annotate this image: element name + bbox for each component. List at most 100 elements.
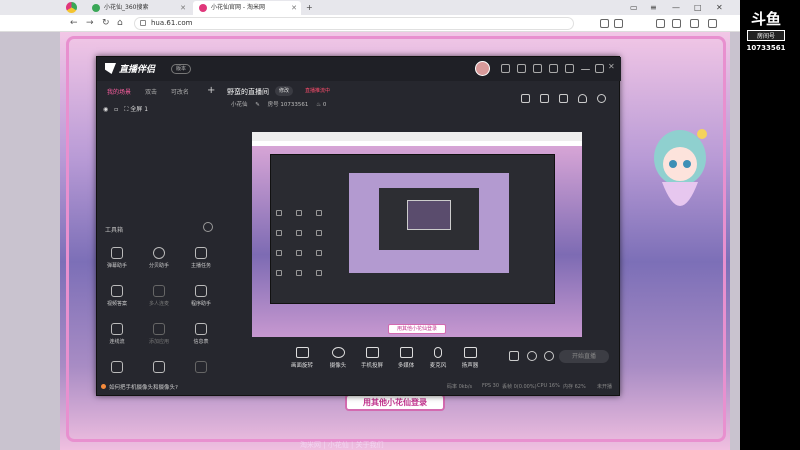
bell-icon[interactable]	[578, 94, 587, 103]
edit-button[interactable]: 修改	[275, 86, 294, 96]
logo-mark-icon	[105, 63, 116, 74]
tool-add-app[interactable]: 添加应用	[141, 323, 177, 345]
eye-icon[interactable]	[527, 351, 537, 361]
add-scene-icon[interactable]: +	[207, 85, 215, 96]
record-icon[interactable]	[509, 351, 519, 361]
lock-icon[interactable]: ▫	[114, 106, 118, 113]
menu-icon[interactable]: ≡	[650, 0, 657, 15]
gear-icon[interactable]	[203, 222, 213, 232]
tab-my-scenes[interactable]: 我的场景	[107, 89, 131, 96]
lock-icon[interactable]	[540, 94, 549, 103]
tool-program[interactable]: 程序助手	[183, 285, 219, 307]
tab-label: 小花仙_360搜索	[104, 4, 149, 11]
settings-icon[interactable]	[559, 94, 568, 103]
preview-inner-screen	[407, 200, 451, 230]
menu-icon[interactable]: ▭	[630, 0, 638, 15]
media-button[interactable]: 多媒体	[391, 347, 421, 369]
extension-icon[interactable]	[600, 19, 609, 28]
phone-cast-button[interactable]: 手机投屏	[357, 347, 387, 369]
heat-count: 0	[322, 102, 327, 108]
app-logo: 直播伴侣	[105, 62, 155, 75]
url-input[interactable]: hua.61.com	[134, 17, 574, 30]
task-icon	[195, 247, 207, 259]
play-icon	[399, 347, 413, 358]
microphone-button[interactable]: 麦克风	[423, 347, 453, 369]
desktop-screen: 小花仙_360搜索 ✕ 小花仙官网 - 淘米网 ✕ + ▭ ≡ — □ ✕ ← …	[0, 0, 740, 450]
live-companion-app: 直播伴侣 版本 ✕ 我的场景 双击 可改名 + ◉ ▫ ⛶ 全屏 1 工具箱 弹…	[96, 56, 621, 396]
tool-multi-link[interactable]: 多人连麦	[141, 285, 177, 307]
other-login-banner[interactable]: 用其他小花仙登录	[345, 394, 445, 411]
mail-icon[interactable]	[501, 64, 510, 73]
maximize-icon[interactable]	[595, 64, 604, 73]
lock-icon	[140, 20, 146, 26]
room-title: 野蛮的直播间	[227, 88, 269, 96]
close-icon[interactable]: ✕	[291, 1, 297, 15]
menu-icon[interactable]	[565, 64, 574, 73]
user-icon	[153, 247, 165, 259]
tab-rename[interactable]: 可改名	[171, 89, 189, 96]
version-badge[interactable]: 版本	[171, 64, 192, 74]
tab-search[interactable]: 小花仙_360搜索 ✕	[86, 1, 190, 15]
speaker-button[interactable]: 扬声器	[455, 347, 485, 369]
share-screen-icon[interactable]	[521, 94, 530, 103]
douyu-watermark-panel	[740, 0, 800, 450]
tool-link-stream[interactable]: 连线流	[99, 323, 135, 345]
screen-icon[interactable]	[533, 64, 542, 73]
close-icon[interactable]: ✕	[608, 62, 615, 71]
minimize-icon[interactable]: —	[672, 0, 680, 15]
douyu-room-label: 房间号	[747, 30, 785, 41]
tab-double-click[interactable]: 双击	[145, 89, 157, 96]
stream-preview[interactable]: 用其他小花仙登录	[252, 132, 582, 337]
tool-doc[interactable]	[99, 361, 135, 376]
image-icon	[153, 361, 165, 373]
status-bar: 码率 0kb/s FPS 30 丢帧 0(0.00%) CPU 16% 内存 6…	[97, 377, 621, 395]
go-live-button[interactable]: 开始直播	[559, 350, 609, 363]
preview-sidebar	[274, 175, 334, 300]
avatar[interactable]	[475, 61, 490, 76]
tab-official-site[interactable]: 小花仙官网 - 淘米网 ✕	[193, 1, 301, 15]
eye-icon[interactable]: ◉	[103, 106, 108, 113]
refresh-icon[interactable]: ↻	[102, 17, 110, 30]
settings-icon[interactable]	[517, 64, 526, 73]
tool-info-table[interactable]: 信息表	[183, 323, 219, 345]
footer-text: 淘米网 | 小花仙 | 关于我们	[300, 441, 384, 449]
forward-icon[interactable]: →	[86, 17, 94, 30]
category-label[interactable]: 小花仙	[231, 102, 248, 108]
undo-icon[interactable]	[708, 19, 717, 28]
rotate-button[interactable]: 画面旋转	[287, 347, 317, 369]
douyu-logo: 斗鱼	[750, 10, 781, 28]
camera-button[interactable]: 摄像头	[323, 347, 353, 369]
new-tab-icon[interactable]: +	[306, 0, 313, 15]
close-window-icon[interactable]: ✕	[716, 0, 723, 15]
doc-icon	[111, 361, 123, 373]
tool-download[interactable]	[183, 361, 219, 376]
room-id: 房号 10733561	[267, 102, 309, 108]
home-icon[interactable]: ⌂	[117, 17, 123, 30]
favorites-icon[interactable]	[672, 19, 681, 28]
skin-icon[interactable]	[549, 64, 558, 73]
toolbox-title: 工具箱	[105, 227, 124, 234]
close-icon[interactable]: ✕	[180, 1, 186, 15]
tool-danmu[interactable]: 弹幕助手	[99, 247, 135, 269]
share-icon[interactable]	[597, 94, 606, 103]
scene-item[interactable]: ◉ ▫ ⛶ 全屏 1	[103, 104, 148, 114]
tab-favicon-icon	[92, 4, 100, 12]
speaker-icon	[463, 347, 477, 358]
maximize-icon[interactable]: □	[694, 0, 702, 15]
rotate-icon	[295, 347, 309, 358]
pencil-icon[interactable]: ✎	[255, 102, 260, 108]
tool-task[interactable]: 主播任务	[183, 247, 219, 269]
back-icon[interactable]: ←	[70, 17, 78, 30]
tool-image[interactable]	[141, 361, 177, 376]
gear-icon[interactable]	[544, 351, 554, 361]
live-status-tag: 直播推流中	[305, 88, 331, 94]
download-icon	[195, 361, 207, 373]
download-icon[interactable]	[656, 19, 665, 28]
minimize-icon[interactable]	[581, 69, 590, 70]
tool-decibel[interactable]: 分贝助手	[141, 247, 177, 269]
tab-label: 小花仙官网 - 淘米网	[211, 4, 265, 11]
settings-icon[interactable]	[690, 19, 699, 28]
tool-video-answer[interactable]: 视频答案	[99, 285, 135, 307]
extension-icon[interactable]	[614, 19, 623, 28]
program-icon	[195, 285, 207, 297]
